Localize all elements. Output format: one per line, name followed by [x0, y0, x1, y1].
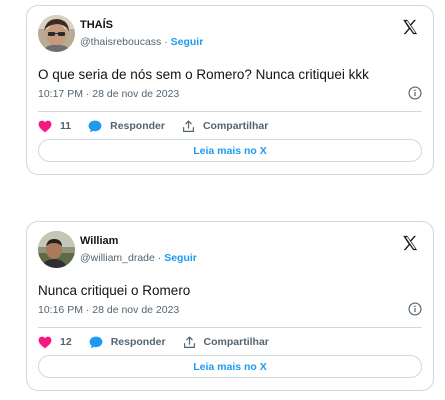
follow-button[interactable]: Seguir: [171, 36, 204, 48]
author-handle[interactable]: @william_drade: [80, 252, 155, 264]
handle-row: @thaisreboucass · Seguir: [80, 36, 203, 48]
share-label: Compartilhar: [203, 336, 269, 348]
read-more-button[interactable]: Leia mais no X: [38, 355, 422, 378]
tweet-card[interactable]: William @william_drade · Seguir Nunca cr…: [26, 221, 434, 391]
divider: [38, 327, 422, 328]
separator: ·: [164, 36, 168, 48]
share-button[interactable]: Compartilhar: [183, 335, 269, 349]
tweet-text: O que seria de nós sem o Romero? Nunca c…: [38, 67, 369, 82]
author-handle[interactable]: @thaisreboucass: [80, 36, 161, 48]
speech-bubble-icon: [89, 336, 103, 348]
like-count: 11: [60, 120, 72, 132]
divider: [38, 111, 422, 112]
author-name[interactable]: William: [80, 235, 118, 247]
like-button[interactable]: 11: [38, 120, 71, 133]
action-bar: 11 Responder Compartilhar: [38, 117, 285, 135]
author-name[interactable]: THAÍS: [80, 19, 113, 31]
tweet-text: Nunca critiquei o Romero: [38, 283, 191, 298]
like-count: 12: [60, 336, 72, 348]
like-button[interactable]: 12: [38, 336, 72, 349]
read-more-button[interactable]: Leia mais no X: [38, 139, 422, 162]
info-icon[interactable]: [408, 86, 422, 100]
tweet-timestamp[interactable]: 10:16 PM · 28 de nov de 2023: [38, 304, 179, 316]
handle-row: @william_drade · Seguir: [80, 252, 197, 264]
x-logo-icon[interactable]: [401, 234, 419, 252]
reply-button[interactable]: Responder: [88, 120, 165, 133]
avatar[interactable]: [38, 231, 75, 268]
separator: ·: [157, 252, 162, 264]
heart-icon: [38, 336, 52, 348]
avatar[interactable]: [38, 15, 75, 52]
share-label: Compartilhar: [202, 120, 269, 132]
reply-label: Responder: [110, 336, 166, 348]
share-upload-icon: [182, 119, 194, 132]
info-icon[interactable]: [408, 302, 422, 316]
tweet-timestamp[interactable]: 10:17 PM · 28 de nov de 2023: [38, 88, 179, 100]
reply-label: Responder: [110, 120, 165, 132]
speech-bubble-icon: [88, 120, 102, 132]
share-upload-icon: [183, 335, 195, 348]
reply-button[interactable]: Responder: [89, 336, 166, 349]
action-bar: 12 Responder Compartilhar: [38, 333, 286, 351]
share-button[interactable]: Compartilhar: [182, 119, 269, 133]
follow-button[interactable]: Seguir: [164, 252, 197, 264]
x-logo-icon[interactable]: [401, 18, 419, 36]
heart-icon: [38, 120, 52, 132]
tweet-card[interactable]: THAÍS @thaisreboucass · Seguir O que ser…: [26, 5, 434, 175]
